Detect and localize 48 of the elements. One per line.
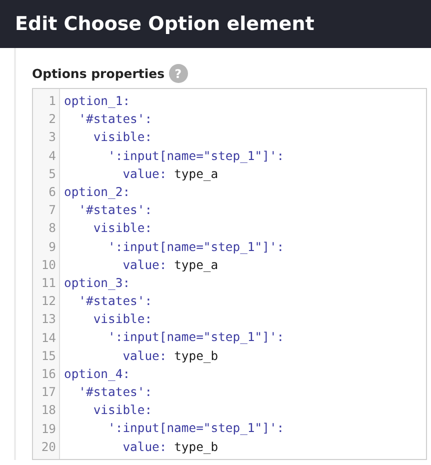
code-key: visible:: [64, 401, 152, 420]
code-value: type_b: [173, 348, 218, 365]
code-key: ':input[name="step_1"]':: [64, 419, 284, 438]
code-key: '#states':: [64, 292, 152, 310]
help-icon[interactable]: ?: [168, 64, 188, 83]
line-number: 19: [41, 422, 56, 436]
code-key: option_2:: [64, 182, 130, 202]
line-number: 9: [48, 240, 56, 254]
code-key: ':input[name="step_1"]':: [64, 146, 284, 165]
line-number: 1: [48, 94, 56, 108]
line-number: 15: [41, 348, 56, 363]
code-key: value:: [64, 346, 167, 365]
window-title: Edit Choose Option element: [15, 13, 314, 35]
code-key: visible:: [64, 219, 152, 238]
line-number: 10: [41, 258, 56, 272]
code-editor[interactable]: [32, 88, 427, 460]
line-number: 2: [48, 112, 56, 126]
line-number: 12: [41, 294, 56, 308]
line-number: 11: [41, 276, 56, 290]
line-number: 7: [48, 203, 56, 218]
line-number: 6: [48, 185, 56, 200]
code-key: ':input[name="step_1"]':: [64, 328, 284, 347]
line-number: 5: [48, 166, 56, 181]
line-number: 4: [48, 148, 56, 163]
code-value: type_a: [173, 256, 218, 274]
line-number: 3: [48, 130, 56, 144]
line-number: 17: [41, 385, 56, 400]
code-key: visible:: [64, 128, 152, 147]
code-value: type_b: [173, 438, 218, 456]
code-key: ':input[name="step_1"]':: [64, 238, 284, 256]
line-number: 16: [41, 367, 56, 382]
field-label: Options properties: [32, 66, 165, 81]
code-key: option_3:: [64, 274, 130, 292]
code-value: type_a: [173, 166, 218, 183]
code-key: '#states':: [64, 110, 152, 128]
code-key: value:: [64, 164, 167, 183]
code-key: option_4:: [64, 364, 130, 383]
line-number: 14: [41, 330, 56, 345]
code-key: '#states':: [64, 201, 152, 220]
code-key: visible:: [64, 310, 152, 328]
code-key: option_1:: [64, 92, 130, 110]
line-number: 18: [41, 403, 56, 418]
code-key: value:: [64, 256, 167, 274]
code-key: '#states':: [64, 383, 152, 402]
line-number: 8: [48, 221, 56, 236]
code-key: value:: [64, 438, 167, 456]
line-number: 13: [41, 312, 56, 326]
line-number: 20: [41, 440, 56, 454]
